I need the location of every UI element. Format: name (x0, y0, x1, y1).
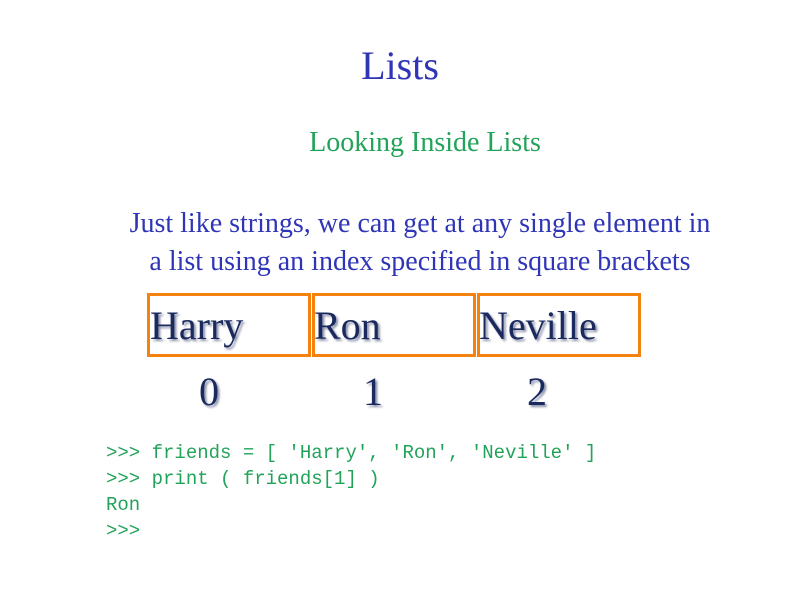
list-index-1: 1 (363, 369, 383, 414)
code-line: >>> (106, 520, 141, 542)
subtitle: Looking Inside Lists (309, 127, 541, 158)
code-line: Ron (106, 494, 141, 516)
code-line: >>> print ( friends[1] ) (106, 468, 380, 490)
body-line-1: Just like strings, we can get at any sin… (129, 208, 711, 239)
list-item-ron: Ron (314, 303, 381, 348)
list-item-neville: Neville (479, 303, 597, 348)
list-index-0: 0 (199, 369, 219, 414)
body-text: Just like strings, we can get at any sin… (60, 205, 780, 281)
list-item-harry: Harry (150, 303, 244, 348)
code-block: >>> friends = [ 'Harry', 'Ron', 'Neville… (106, 440, 746, 544)
code-line: >>> friends = [ 'Harry', 'Ron', 'Neville… (106, 442, 597, 464)
body-line-2: a list using an index specified in squar… (149, 246, 691, 277)
list-index-2: 2 (527, 369, 547, 414)
slide-title: Lists (361, 43, 439, 88)
